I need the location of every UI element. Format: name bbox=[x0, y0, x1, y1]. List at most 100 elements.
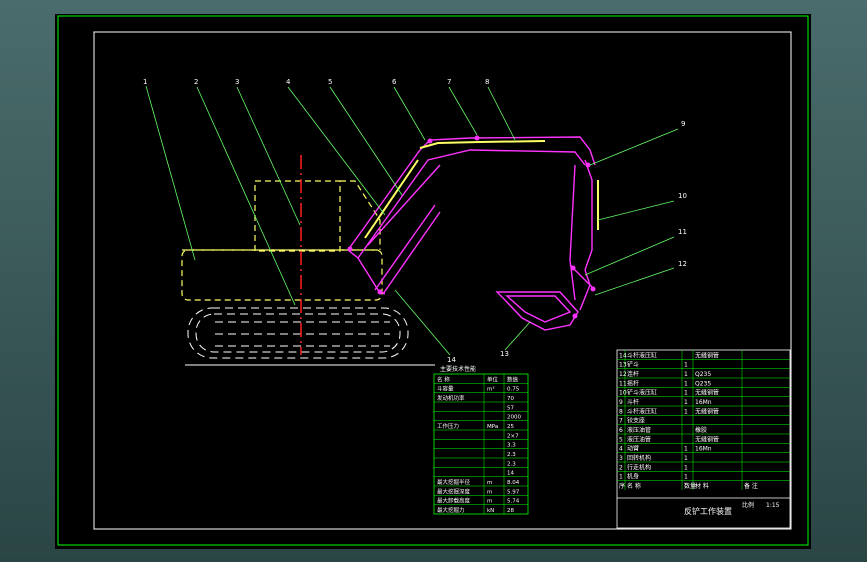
params-cell: m bbox=[487, 489, 492, 495]
params-cell: 2.3 bbox=[507, 461, 516, 467]
params-cell: 28 bbox=[507, 508, 514, 514]
bom-cell: 5 bbox=[619, 436, 623, 443]
callout-labels: 1 2 3 4 5 6 7 8 9 10 11 12 13 14 bbox=[143, 78, 687, 364]
bom-cell: 1 bbox=[684, 408, 688, 415]
bom-cell: 1 bbox=[619, 474, 623, 481]
scale-value: 1:15 bbox=[766, 502, 780, 509]
bom-header-cell: 材 料 bbox=[695, 482, 709, 490]
bom-cell: 1 bbox=[684, 371, 688, 378]
params-cell: MPa bbox=[487, 424, 498, 430]
params-cell: 斗容量 bbox=[437, 385, 454, 393]
bom-header-cell: 序 bbox=[619, 482, 625, 490]
drawing-name: 反铲工作装置 bbox=[684, 506, 732, 516]
params-cell: 最大挖掘力 bbox=[437, 506, 465, 514]
bom-cell: 12 bbox=[619, 371, 627, 378]
bom-cell: 斗杆液压缸 bbox=[627, 351, 657, 359]
params-cell: m³ bbox=[487, 386, 495, 393]
bom-cell: 1 bbox=[684, 464, 688, 471]
params-cell: 2000 bbox=[507, 415, 521, 421]
callout-4: 4 bbox=[286, 78, 291, 86]
params-cell: 25 bbox=[507, 424, 514, 430]
bom-cell: 无缝钢管 bbox=[695, 351, 719, 359]
cad-drawing: 1 2 3 4 5 6 7 8 9 10 11 12 13 14 主要技术性能 … bbox=[57, 15, 809, 546]
callout-7: 7 bbox=[447, 78, 451, 86]
params-cell: 57 bbox=[507, 405, 514, 411]
bom-cell: 16Mn bbox=[695, 399, 712, 406]
bom-cell: 10 bbox=[619, 390, 627, 397]
bom-cell: 回转机构 bbox=[627, 454, 651, 462]
scale-label: 比例 bbox=[742, 501, 754, 509]
bom-cell: 铰支座 bbox=[627, 417, 645, 425]
params-header-cell: 单位 bbox=[487, 375, 499, 383]
params-title: 主要技术性能 bbox=[440, 365, 476, 373]
params-cell: 最大挖掘深度 bbox=[437, 487, 471, 495]
params-cell: 最大卸载高度 bbox=[437, 497, 471, 505]
bom-cell: 3 bbox=[619, 455, 623, 462]
bom-cell: 行走机构 bbox=[627, 463, 651, 471]
callout-14: 14 bbox=[447, 356, 456, 364]
callout-3: 3 bbox=[235, 78, 239, 86]
bom-cell: 1 bbox=[684, 362, 688, 369]
bom-cell: 1 bbox=[684, 474, 688, 481]
bom-cell: 1 bbox=[684, 446, 688, 453]
bom-cell: 斗杆液压缸 bbox=[627, 407, 657, 415]
machine-body bbox=[181, 180, 383, 301]
bom-cell: 9 bbox=[619, 399, 623, 406]
bom-cell: 斗杆 bbox=[627, 398, 639, 406]
bom-table: 14 斗杆液压缸 无缝钢管13 铲斗 112 连杆 1 Q23511 摇杆 1 Q23510 铲斗液压… bbox=[616, 349, 791, 529]
bom-cell: 14 bbox=[619, 352, 627, 359]
params-header-cell: 名 称 bbox=[437, 375, 450, 383]
params-cell: 8.04 bbox=[507, 480, 520, 486]
bom-cell: Q235 bbox=[695, 380, 711, 387]
params-cell: 0.75 bbox=[507, 387, 520, 393]
bom-cell: 橡胶 bbox=[695, 426, 707, 434]
callout-11: 11 bbox=[678, 228, 687, 236]
bom-cell: 1 bbox=[684, 399, 688, 406]
bom-cell: 铲斗液压缸 bbox=[627, 389, 657, 397]
params-cell: 2×7 bbox=[507, 433, 519, 439]
params-cell: m bbox=[487, 499, 492, 505]
bom-cell: 液压油管 bbox=[627, 435, 651, 443]
bom-cell: 无缝钢管 bbox=[695, 407, 719, 415]
bom-cell: Q235 bbox=[695, 371, 711, 378]
hydraulic-hose bbox=[364, 140, 599, 239]
callout-9: 9 bbox=[681, 120, 685, 128]
bom-cell: 4 bbox=[619, 446, 623, 453]
params-cell: 3.3 bbox=[507, 443, 516, 449]
bom-cell: 连杆 bbox=[627, 370, 639, 378]
bom-cell: 16Mn bbox=[695, 446, 712, 453]
bom-cell: 液压油管 bbox=[627, 426, 651, 434]
bom-cell: 6 bbox=[619, 427, 623, 434]
bom-cell: 8 bbox=[619, 408, 623, 415]
callout-12: 12 bbox=[678, 260, 687, 268]
callout-8: 8 bbox=[485, 78, 489, 86]
bom-cell: 机身 bbox=[627, 473, 639, 481]
bom-header-cell: 名 称 bbox=[627, 482, 641, 490]
boom bbox=[347, 136, 596, 295]
bom-cell: 1 bbox=[684, 380, 688, 387]
params-cell: kN bbox=[487, 508, 494, 514]
callout-13: 13 bbox=[500, 350, 509, 358]
params-cell: 发动机功率 bbox=[437, 394, 465, 402]
params-header-cell: 数值 bbox=[507, 375, 519, 383]
callout-5: 5 bbox=[328, 78, 332, 86]
bom-cell: 13 bbox=[619, 362, 627, 369]
params-table: 主要技术性能 名 称 单位 数值斗容量 m³ 0.75 发动机功率 70 57 2000 工作压力… bbox=[433, 365, 529, 515]
bom-cell: 摇杆 bbox=[627, 379, 639, 387]
bom-cell: 无缝钢管 bbox=[695, 435, 719, 443]
callout-1: 1 bbox=[143, 78, 147, 86]
params-cell: 5.74 bbox=[507, 499, 520, 505]
callout-10: 10 bbox=[678, 192, 687, 200]
bom-cell: 1 bbox=[684, 455, 688, 462]
outer-border bbox=[57, 15, 809, 546]
params-cell: 2.3 bbox=[507, 452, 516, 458]
bom-cell: 铲斗 bbox=[627, 361, 639, 369]
bom-cell: 11 bbox=[619, 380, 627, 387]
bom-cell: 7 bbox=[619, 418, 623, 425]
tracks bbox=[187, 307, 409, 359]
bom-cell: 无缝钢管 bbox=[695, 389, 719, 397]
bucket bbox=[495, 291, 579, 331]
bom-cell: 2 bbox=[619, 464, 623, 471]
bom-cell: 动臂 bbox=[627, 445, 639, 453]
bom-header-cell: 备 注 bbox=[744, 482, 758, 490]
